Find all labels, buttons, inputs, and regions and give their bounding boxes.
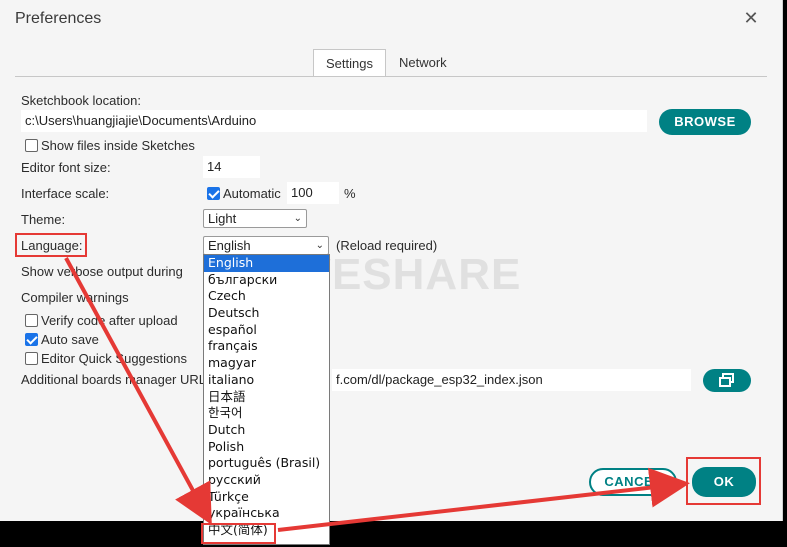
quick-suggestions-label: Editor Quick Suggestions [41, 351, 187, 366]
editor-font-size-input[interactable]: 14 [203, 156, 260, 178]
language-option[interactable]: italiano [204, 372, 329, 389]
theme-label: Theme: [21, 212, 66, 227]
language-option[interactable]: українська [204, 505, 329, 522]
language-option[interactable]: français [204, 338, 329, 355]
edit-urls-button[interactable] [703, 369, 751, 392]
reload-required-note: (Reload required) [336, 238, 438, 253]
tab-settings[interactable]: Settings [313, 49, 386, 77]
language-dropdown-list[interactable]: English български Czech Deutsch español franç… [203, 254, 330, 545]
tab-divider [15, 76, 767, 77]
language-option[interactable]: português (Brasil) [204, 455, 329, 472]
editor-font-size-label: Editor font size: [21, 160, 111, 175]
auto-save-checkbox[interactable] [25, 333, 38, 346]
chevron-down-icon: ⌄ [293, 213, 302, 224]
language-option[interactable]: 中文(简体) [204, 522, 329, 539]
verify-code-checkbox[interactable] [25, 314, 38, 327]
language-option[interactable]: русский [204, 472, 329, 489]
show-files-label: Show files inside Sketches [41, 138, 195, 153]
tab-network[interactable]: Network [387, 49, 459, 77]
dialog-title: Preferences [15, 10, 102, 27]
sketchbook-path-input[interactable]: c:\Users\huangjiajie\Documents\Arduino [21, 110, 647, 132]
browse-button[interactable]: BROWSE [659, 109, 751, 135]
language-option[interactable]: Czech [204, 288, 329, 305]
automatic-checkbox[interactable] [207, 187, 220, 200]
automatic-label: Automatic [223, 186, 281, 201]
language-option[interactable]: български [204, 272, 329, 289]
close-icon[interactable]: ✕ [741, 8, 761, 28]
language-option[interactable]: 日本語 [204, 389, 329, 406]
language-label: Language: [21, 238, 83, 253]
language-option[interactable]: English [204, 255, 329, 272]
language-option[interactable]: 한국어 [204, 405, 329, 422]
sketchbook-location-label: Sketchbook location: [21, 93, 141, 108]
cancel-button[interactable]: CANCEL [589, 468, 677, 496]
quick-suggestions-checkbox[interactable] [25, 352, 38, 365]
boards-manager-url-input[interactable]: f.com/dl/package_esp32_index.json [332, 369, 691, 391]
language-option[interactable]: magyar [204, 355, 329, 372]
verbose-output-label: Show verbose output during [21, 264, 183, 279]
language-value: English [208, 238, 251, 253]
chevron-down-icon: ⌄ [315, 240, 324, 251]
compiler-warnings-label: Compiler warnings [21, 290, 129, 305]
preferences-dialog: Preferences ✕ Settings Network Sketchboo… [0, 0, 783, 521]
show-files-checkbox[interactable] [25, 139, 38, 152]
language-option[interactable]: Dutch [204, 422, 329, 439]
interface-scale-input[interactable]: 100 [287, 182, 339, 204]
theme-value: Light [208, 211, 237, 226]
language-option[interactable]: español [204, 322, 329, 339]
window-restore-icon [719, 373, 734, 387]
percent-unit: % [344, 186, 356, 201]
verify-code-label: Verify code after upload [41, 313, 178, 328]
language-option[interactable]: Türkçe [204, 489, 329, 506]
language-select[interactable]: English ⌄ [203, 236, 329, 255]
language-option[interactable]: Deutsch [204, 305, 329, 322]
language-option[interactable]: Polish [204, 439, 329, 456]
boards-manager-label: Additional boards manager URL [21, 372, 206, 387]
interface-scale-label: Interface scale: [21, 186, 110, 201]
auto-save-label: Auto save [41, 332, 99, 347]
theme-select[interactable]: Light ⌄ [203, 209, 307, 228]
ok-button[interactable]: OK [692, 467, 756, 497]
